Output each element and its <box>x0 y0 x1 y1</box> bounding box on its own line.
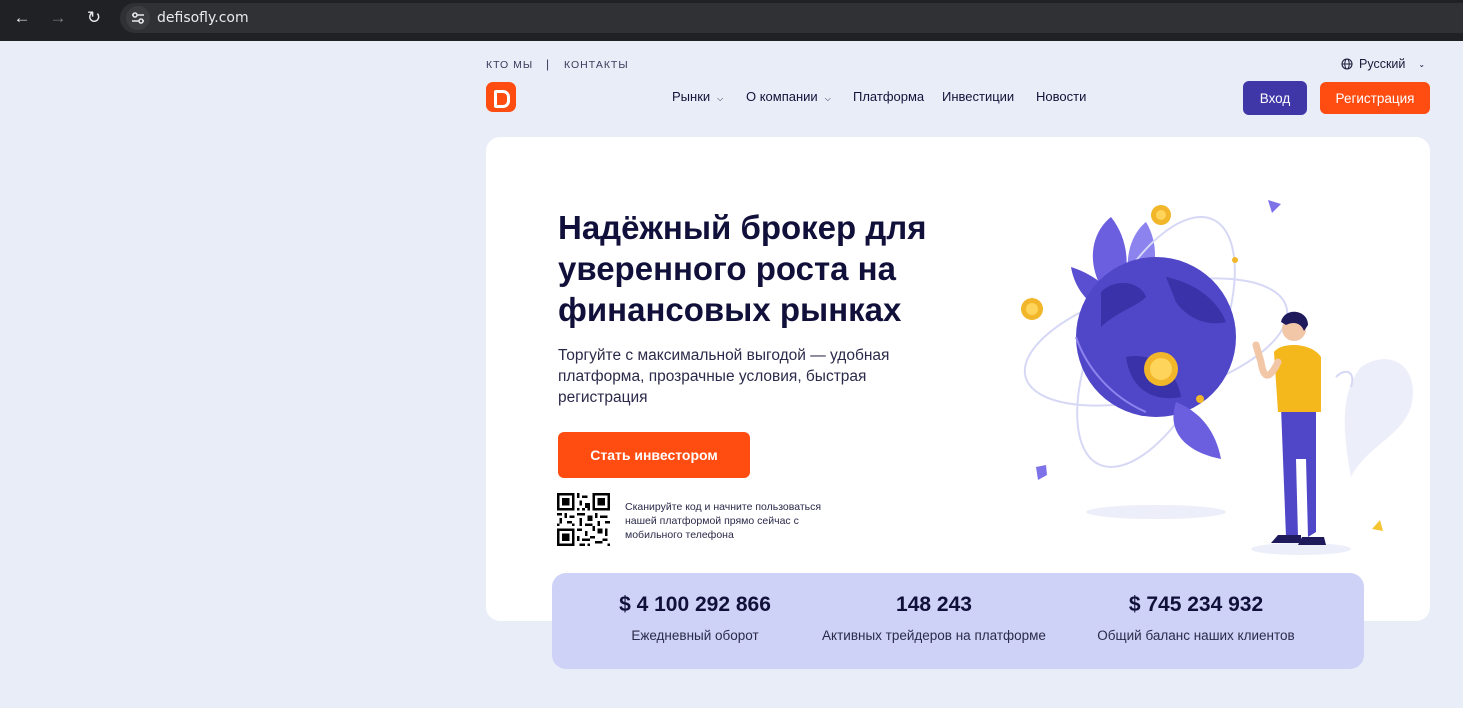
nav-item-platform[interactable]: Платформа <box>853 89 924 104</box>
stat-label: Ежедневный оборот <box>631 628 759 643</box>
stat-value: 148 243 <box>896 593 972 616</box>
globe-icon <box>1341 58 1353 70</box>
language-label: Русский <box>1359 57 1406 71</box>
stat-value: $ 745 234 932 <box>1128 593 1264 616</box>
topnav-about-link[interactable]: КТО МЫ <box>486 59 533 71</box>
nav-item-company[interactable]: О компании ⌵ <box>746 89 831 104</box>
site-settings-icon[interactable] <box>126 6 150 30</box>
forward-arrow-icon[interactable]: → <box>44 6 72 30</box>
stats-panel: $ 4 100 292 866 Ежедневный оборот 148 24… <box>552 573 1364 669</box>
stat-label: Общий баланс наших клиентов <box>1097 628 1295 643</box>
back-arrow-icon[interactable]: ← <box>8 6 36 30</box>
register-button[interactable]: Регистрация <box>1320 82 1430 114</box>
logo-icon[interactable] <box>486 82 516 112</box>
qr-description: Сканируйте код и начните пользоваться на… <box>625 501 822 541</box>
chevron-down-icon: ⌵ <box>717 94 724 103</box>
topnav-contacts-link[interactable]: КОНТАКТЫ <box>564 59 629 71</box>
stat-value: $ 4 100 292 866 <box>619 593 771 616</box>
stat-daily-turnover: $ 4 100 292 866 Ежедневный оборот <box>604 593 786 643</box>
browser-toolbar: ← → ↻ defisofly.com <box>0 0 1463 41</box>
chevron-down-icon: ⌵ <box>824 94 831 103</box>
address-bar[interactable]: defisofly.com <box>120 3 1463 33</box>
stat-active-traders: 148 243 Активных трейдеров на платформе <box>804 593 1064 643</box>
stat-client-balance: $ 745 234 932 Общий баланс наших клиенто… <box>1084 593 1308 643</box>
hero-subtitle: Торгуйте с максимальной выгодой — удобна… <box>558 347 890 406</box>
qr-code-icon <box>557 493 610 546</box>
nav-item-news[interactable]: Новости <box>1036 89 1086 104</box>
login-button[interactable]: Вход <box>1243 81 1307 115</box>
chevron-down-icon: ⌄ <box>1418 59 1426 69</box>
globe-investor-illustration <box>1021 200 1413 555</box>
reload-icon[interactable]: ↻ <box>80 6 108 30</box>
hero-card: Надёжный брокер для уверенного роста на … <box>486 137 1430 621</box>
hero-title: Надёжный брокер для уверенного роста на … <box>558 209 927 328</box>
stat-label: Активных трейдеров на платформе <box>822 628 1046 643</box>
language-selector[interactable]: Русский ⌄ <box>1341 57 1425 71</box>
nav-item-markets[interactable]: Рынки ⌵ <box>672 89 723 104</box>
become-investor-button[interactable]: Стать инвестором <box>558 432 750 478</box>
url-text[interactable]: defisofly.com <box>157 10 249 26</box>
topnav-separator: | <box>546 57 550 71</box>
nav-item-investments[interactable]: Инвестиции <box>942 89 1014 104</box>
